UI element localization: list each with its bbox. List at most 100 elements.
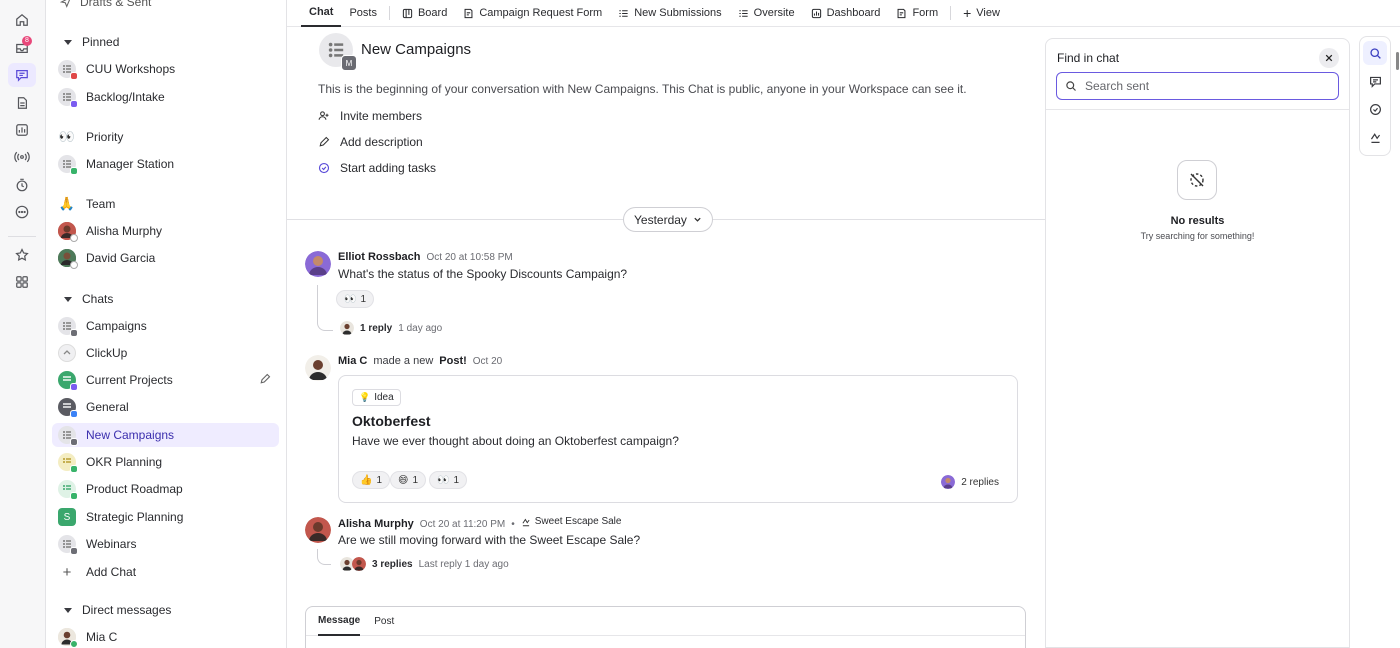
tab-campaign-request-form[interactable]: Campaign Request Form — [455, 0, 610, 27]
tab-oversite[interactable]: Oversite — [730, 0, 803, 27]
message-action-text: made a new — [373, 355, 434, 367]
space-color-badge — [70, 383, 78, 391]
sidebar-item-label: Backlog/Intake — [86, 90, 165, 104]
day-divider-button[interactable]: Yesterday — [623, 207, 713, 232]
section-pinned[interactable]: Pinned — [64, 33, 119, 51]
sidebar-item-mia-c[interactable]: Mia C — [52, 625, 279, 648]
thread-replies-link[interactable]: 1 reply 1 day ago — [340, 321, 442, 335]
tab-new-submissions[interactable]: New Submissions — [610, 0, 729, 27]
sidebar-item-webinars[interactable]: Webinars — [52, 532, 279, 556]
tab-chat[interactable]: Chat — [301, 0, 342, 27]
add-view-button[interactable]: + View — [955, 0, 1008, 27]
chat-icon[interactable] — [8, 63, 36, 87]
composer-tab-post[interactable]: Post — [374, 616, 394, 627]
sidebar-item-cuu-workshops[interactable]: CUU Workshops — [52, 57, 279, 81]
sidebar-item-okr-planning[interactable]: OKR Planning — [52, 450, 279, 474]
post-title: Oktoberfest — [352, 413, 431, 429]
drafts-sent-item[interactable]: Drafts & Sent — [60, 0, 151, 10]
sidebar-item-alisha-murphy[interactable]: Alisha Murphy — [52, 219, 279, 243]
find-in-chat-panel: Find in chat No results Try searching fo… — [1045, 38, 1350, 648]
sidebar-item-label: Priority — [86, 130, 124, 144]
sidebar-item-campaigns[interactable]: Campaigns — [52, 314, 279, 338]
sidebar-item-label: Strategic Planning — [86, 510, 184, 524]
docs-icon[interactable] — [8, 91, 36, 115]
avatar — [58, 222, 78, 242]
message-author[interactable]: Elliot Rossbach — [338, 251, 421, 263]
board-icon — [402, 8, 413, 18]
check-circle-icon — [1369, 103, 1381, 115]
tab-form[interactable]: Form — [888, 0, 946, 27]
section-direct-messages[interactable]: Direct messages — [64, 601, 171, 619]
invite-members-button[interactable]: Invite members — [318, 109, 422, 123]
reaction-chip[interactable]: 👀 1 — [429, 471, 468, 489]
edit-pencil-icon[interactable] — [259, 373, 271, 385]
scroll-handle[interactable] — [1396, 52, 1399, 70]
dashboards-icon[interactable] — [8, 118, 36, 142]
praying-hands-emoji-icon: 🙏 — [58, 196, 76, 211]
composer-tab-message[interactable]: Message — [318, 607, 361, 636]
tasks-tool-button[interactable] — [1363, 97, 1387, 121]
sprints-tool-button[interactable] — [1363, 125, 1387, 149]
search-tool-button[interactable] — [1363, 41, 1387, 65]
search-field[interactable] — [1056, 72, 1339, 100]
no-results-icon — [1177, 160, 1217, 200]
sidebar-item-manager-station[interactable]: Manager Station — [52, 152, 279, 176]
home-icon[interactable] — [8, 8, 36, 32]
space-color-badge — [70, 100, 78, 108]
message-author[interactable]: Mia C — [338, 355, 367, 367]
sidebar-item-backlog-intake[interactable]: Backlog/Intake — [52, 85, 279, 109]
avatar — [941, 475, 956, 489]
eyes-emoji-icon: 👀 — [58, 129, 76, 144]
reaction-chip[interactable]: 😄 1 — [390, 471, 426, 489]
search-input[interactable] — [1085, 79, 1325, 93]
start-adding-tasks-button[interactable]: Start adding tasks — [318, 161, 436, 175]
message-header: Mia C made a new Post! Oct 20 — [338, 355, 502, 367]
sidebar-item-strategic-planning[interactable]: S Strategic Planning — [52, 505, 279, 529]
threads-tool-button[interactable] — [1363, 69, 1387, 93]
post-tag[interactable]: 💡 Idea — [352, 389, 401, 406]
section-chats[interactable]: Chats — [64, 290, 113, 308]
timer-icon[interactable] — [8, 173, 36, 197]
reaction-chip[interactable]: 👍 1 — [352, 471, 391, 489]
avatar[interactable] — [305, 251, 331, 277]
avatar[interactable] — [305, 355, 331, 381]
drafts-sent-label: Drafts & Sent — [80, 0, 152, 9]
sidebar-item-new-campaigns[interactable]: New Campaigns — [52, 423, 279, 447]
inbox-badge: 8 — [22, 36, 32, 46]
reaction-chip[interactable]: 👀 1 — [336, 290, 375, 308]
tab-dashboard[interactable]: Dashboard — [803, 0, 889, 27]
add-chat-button[interactable]: + Add Chat — [52, 560, 279, 584]
message-composer[interactable]: Message Post — [305, 606, 1026, 648]
tab-posts[interactable]: Posts — [341, 0, 385, 27]
sidebar-item-label: Webinars — [86, 537, 137, 551]
inbox-icon[interactable]: 8 — [8, 36, 36, 60]
section-direct-label: Direct messages — [82, 603, 172, 617]
sidebar-item-david-garcia[interactable]: David Garcia — [52, 246, 279, 270]
reply-count: 3 replies — [372, 558, 413, 570]
chat-list-icon — [58, 155, 78, 175]
favorites-star-icon[interactable] — [8, 243, 36, 267]
location-link[interactable]: Sweet Escape Sale — [521, 516, 621, 527]
sprint-icon — [522, 518, 530, 526]
space-color-badge — [70, 167, 78, 175]
close-button[interactable] — [1319, 48, 1339, 68]
apps-grid-icon[interactable] — [8, 270, 36, 294]
add-description-button[interactable]: Add description — [318, 135, 423, 149]
thread-replies-link[interactable]: 3 replies Last reply 1 day ago — [340, 557, 509, 571]
sidebar-item-clickup[interactable]: ClickUp — [52, 341, 279, 365]
sidebar-section-team[interactable]: 🙏 Team — [52, 192, 279, 216]
sidebar-item-product-roadmap[interactable]: Product Roadmap — [52, 477, 279, 501]
avatar[interactable] — [305, 517, 331, 543]
add-user-icon — [318, 111, 329, 120]
app-rail: 8 — [0, 0, 46, 648]
pulse-icon[interactable] — [8, 145, 36, 169]
post-replies-link[interactable]: 2 replies — [941, 475, 999, 489]
sidebar-item-current-projects[interactable]: Current Projects — [52, 368, 279, 392]
post-card[interactable]: 💡 Idea Oktoberfest Have we ever thought … — [338, 375, 1018, 503]
sidebar-section-priority[interactable]: 👀 Priority — [52, 125, 279, 149]
message-author[interactable]: Alisha Murphy — [338, 518, 414, 530]
message-timestamp: Oct 20 — [472, 356, 503, 367]
more-icon[interactable] — [8, 200, 36, 224]
sidebar-item-general[interactable]: General — [52, 395, 279, 419]
tab-board[interactable]: Board — [394, 0, 455, 27]
